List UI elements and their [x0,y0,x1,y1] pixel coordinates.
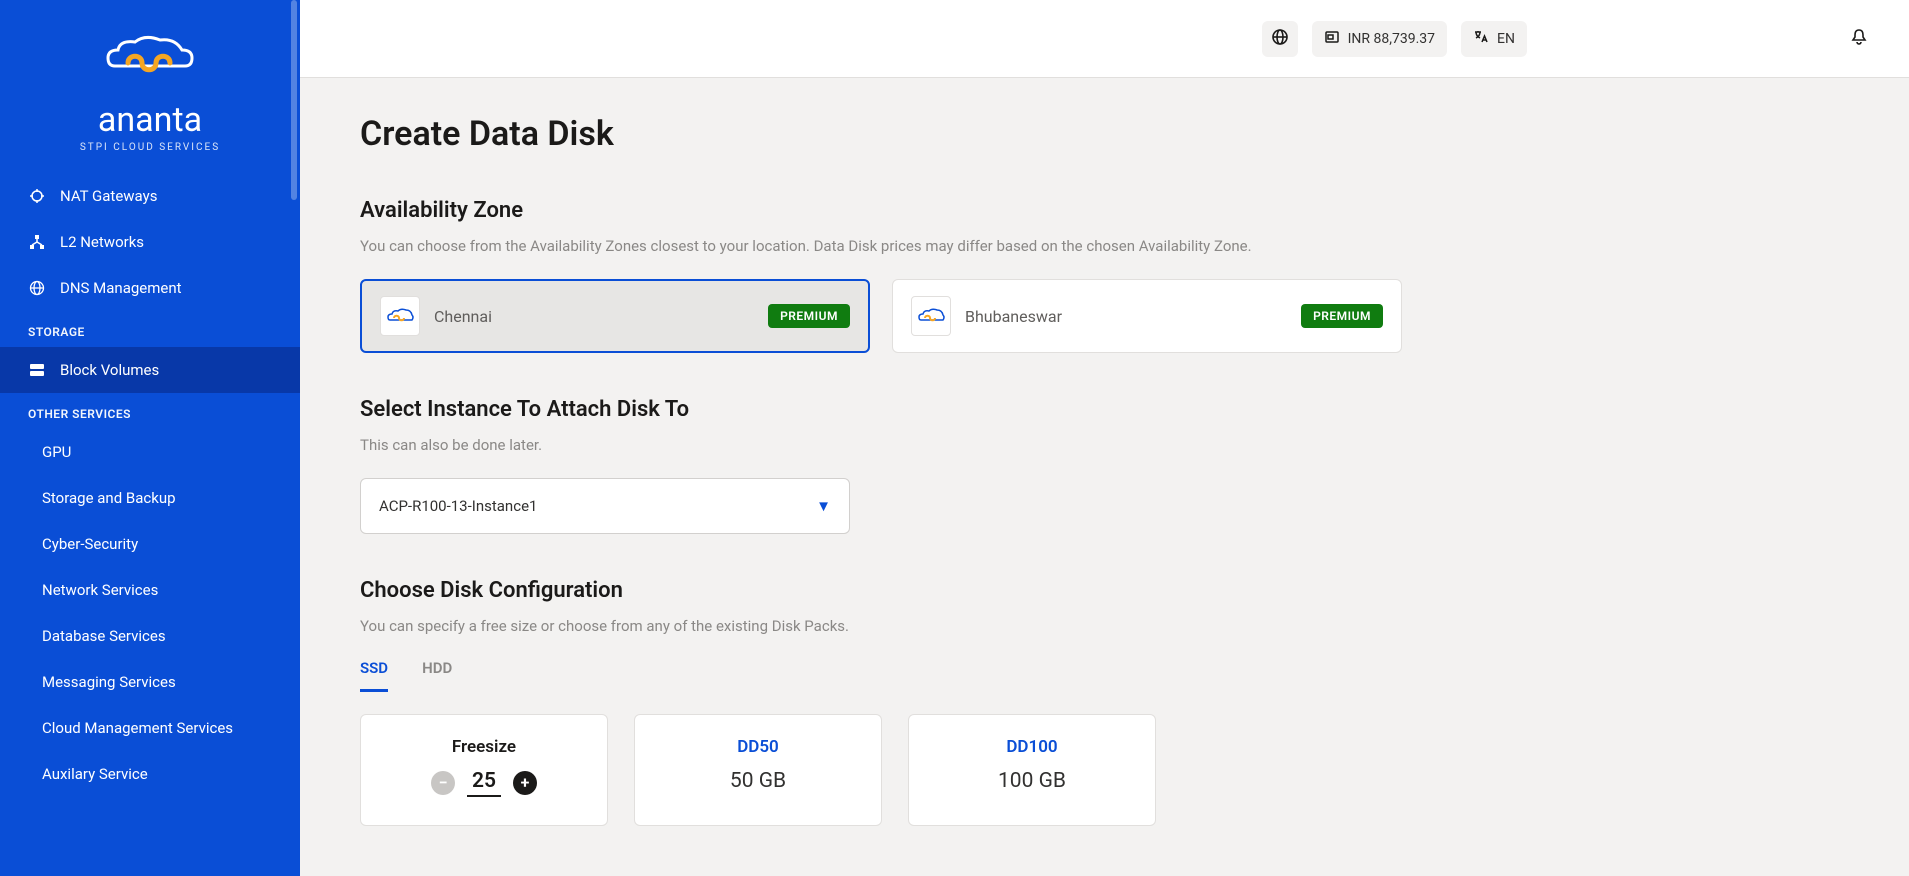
crosshair-icon [28,187,46,205]
config-section-desc: You can specify a free size or choose fr… [360,617,1849,635]
sidebar-item-auxiliary-service[interactable]: Auxilary Service [0,751,300,797]
sidebar-item-storage-backup[interactable]: Storage and Backup [0,475,300,521]
sidebar-item-label: Block Volumes [60,361,159,379]
disk-card-dd50[interactable]: DD50 50 GB [634,714,882,826]
sidebar-item-block-volumes[interactable]: Block Volumes [0,347,300,393]
instance-select-value: ACP-R100-13-Instance1 [379,497,537,515]
sidebar-item-label: DNS Management [60,279,182,297]
brand-name: ananta [20,100,280,140]
sidebar-item-cyber-security[interactable]: Cyber-Security [0,521,300,567]
page-title: Create Data Disk [360,114,1849,154]
disk-pack-size: 100 GB [927,769,1137,793]
sidebar-item-nat-gateways[interactable]: NAT Gateways [0,173,300,219]
tab-ssd[interactable]: SSD [360,659,388,692]
zone-card-bhubaneswar[interactable]: Bhubaneswar PREMIUM [892,279,1402,353]
instance-select[interactable]: ACP-R100-13-Instance1 ▼ [360,478,850,534]
freesize-stepper: − 25 + [379,769,589,797]
sidebar-item-database-services[interactable]: Database Services [0,613,300,659]
sidebar-item-label: Network Services [42,581,158,599]
wallet-icon [1324,29,1340,49]
instance-section-title: Select Instance To Attach Disk To [360,397,1849,422]
sidebar-item-messaging-services[interactable]: Messaging Services [0,659,300,705]
sidebar-section-storage: STORAGE [0,311,300,347]
sidebar-item-gpu[interactable]: GPU [0,429,300,475]
sidebar-item-dns-management[interactable]: DNS Management [0,265,300,311]
sidebar-item-label: L2 Networks [60,233,144,251]
notifications-button[interactable] [1841,21,1877,57]
disk-pack-size: 50 GB [653,769,863,793]
zone-logo-icon [911,296,951,336]
disk-card-dd100[interactable]: DD100 100 GB [908,714,1156,826]
bell-icon [1849,27,1869,51]
globe-alt-icon [1271,28,1289,50]
sidebar-scrollbar[interactable] [291,0,297,200]
language-text: EN [1497,31,1515,47]
sidebar-item-label: Database Services [42,627,166,645]
zone-name: Bhubaneswar [965,307,1287,326]
zone-section-desc: You can choose from the Availability Zon… [360,237,1849,255]
topbar: INR 88,739.37 EN [300,0,1909,78]
disk-pack-name: DD100 [927,737,1137,757]
sidebar-item-label: Storage and Backup [42,489,176,507]
sidebar-section-other: OTHER SERVICES [0,393,300,429]
brand-logo-area: ananta STPI CLOUD SERVICES [0,0,300,173]
stepper-value: 25 [467,769,501,797]
sidebar-item-network-services[interactable]: Network Services [0,567,300,613]
instance-section-desc: This can also be done later. [360,436,1849,454]
brand-subtitle: STPI CLOUD SERVICES [20,142,280,153]
main-area: INR 88,739.37 EN Create Data Disk Availa… [300,0,1909,876]
global-icon-button[interactable] [1262,21,1298,57]
zone-card-chennai[interactable]: Chennai PREMIUM [360,279,870,353]
section-instance-select: Select Instance To Attach Disk To This c… [360,397,1849,534]
premium-badge: PREMIUM [768,304,850,328]
zone-section-title: Availability Zone [360,198,1849,223]
globe-icon [28,279,46,297]
disk-type-tabs: SSD HDD [360,659,1849,692]
sidebar-item-label: Cloud Management Services [42,719,233,737]
freesize-label: Freesize [379,737,589,757]
translate-icon [1473,29,1489,49]
sidebar-item-label: Auxilary Service [42,765,148,783]
sidebar-item-cloud-mgmt-services[interactable]: Cloud Management Services [0,705,300,751]
sidebar-item-label: NAT Gateways [60,187,157,205]
balance-chip[interactable]: INR 88,739.37 [1312,21,1447,57]
brand-cloud-icon [20,28,280,92]
stepper-plus-button[interactable]: + [513,771,537,795]
disk-stack-icon [28,361,46,379]
network-icon [28,233,46,251]
premium-badge: PREMIUM [1301,304,1383,328]
section-disk-config: Choose Disk Configuration You can specif… [360,578,1849,826]
language-switcher[interactable]: EN [1461,21,1527,57]
stepper-minus-button[interactable]: − [431,771,455,795]
disk-pack-name: DD50 [653,737,863,757]
tab-hdd[interactable]: HDD [422,659,452,692]
section-availability-zone: Availability Zone You can choose from th… [360,198,1849,353]
balance-text: INR 88,739.37 [1348,31,1435,47]
zone-name: Chennai [434,307,754,326]
sidebar-item-label: Messaging Services [42,673,176,691]
sidebar-item-label: GPU [42,443,71,461]
config-section-title: Choose Disk Configuration [360,578,1849,603]
disk-card-freesize[interactable]: Freesize − 25 + [360,714,608,826]
chevron-down-icon: ▼ [816,497,831,515]
sidebar: ananta STPI CLOUD SERVICES NAT Gateways … [0,0,300,876]
zone-logo-icon [380,296,420,336]
content-scroll[interactable]: Create Data Disk Availability Zone You c… [300,78,1909,876]
sidebar-item-l2-networks[interactable]: L2 Networks [0,219,300,265]
sidebar-item-label: Cyber-Security [42,535,138,553]
